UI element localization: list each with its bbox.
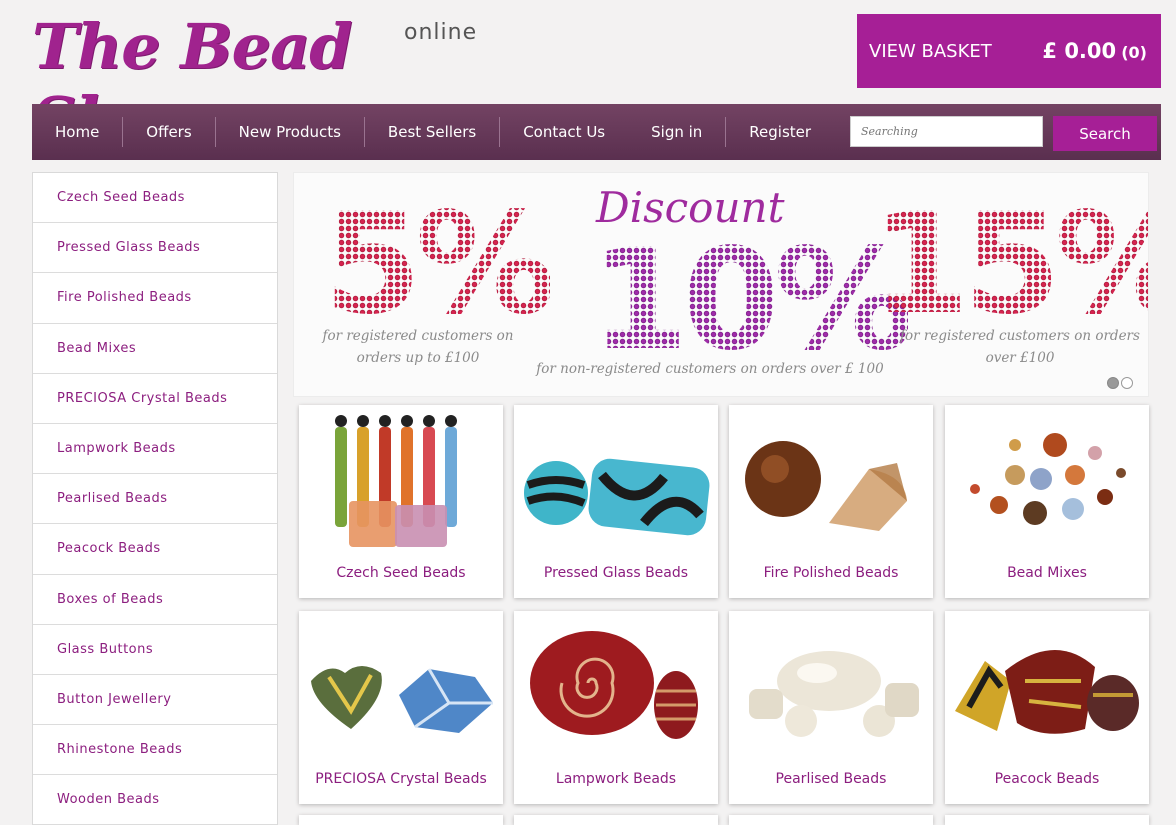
product-card-pearlised-beads[interactable]: Pearlised Beads xyxy=(729,611,933,804)
banner-left-caption: for registered customers on orders up to… xyxy=(318,325,518,369)
product-card-partial[interactable] xyxy=(945,815,1149,825)
sidebar-item-bead-mixes[interactable]: Bead Mixes xyxy=(33,324,277,374)
main-nav: Home Offers New Products Best Sellers Co… xyxy=(32,104,1161,160)
nav-sign-in[interactable]: Sign in xyxy=(628,117,725,147)
banner-left-value: 5% xyxy=(324,183,556,346)
basket-summary: £ 0.00 (0) xyxy=(1042,39,1147,63)
nav-contact-us[interactable]: Contact Us xyxy=(500,117,628,147)
seed-beads-tubes-image xyxy=(335,415,457,547)
sidebar-item-glass-buttons[interactable]: Glass Buttons xyxy=(33,625,277,675)
product-card-partial[interactable] xyxy=(514,815,718,825)
search-button[interactable]: Search xyxy=(1053,116,1157,151)
product-card-bead-mixes[interactable]: Bead Mixes xyxy=(945,405,1149,598)
basket-total: £ 0.00 xyxy=(1042,39,1117,63)
nav-new-products[interactable]: New Products xyxy=(216,117,364,147)
basket-count: (0) xyxy=(1121,43,1147,62)
product-label: Peacock Beads xyxy=(994,771,1100,787)
view-basket-button[interactable]: VIEW BASKET £ 0.00 (0) xyxy=(857,14,1161,88)
sidebar-item-preciosa-crystal-beads[interactable]: PRECIOSA Crystal Beads xyxy=(33,374,277,424)
category-sidebar: Czech Seed Beads Pressed Glass Beads Fir… xyxy=(32,172,278,825)
sidebar-item-fire-polished-beads[interactable]: Fire Polished Beads xyxy=(33,273,277,324)
sidebar-item-peacock-beads[interactable]: Peacock Beads xyxy=(33,524,277,575)
discount-banner[interactable]: 5% Discount 10% 15% for registered custo… xyxy=(293,172,1149,397)
nav-offers[interactable]: Offers xyxy=(123,117,214,147)
basket-label: VIEW BASKET xyxy=(869,40,992,62)
fire-polished-beads-image xyxy=(745,441,907,531)
slider-dot-1[interactable] xyxy=(1107,377,1119,389)
banner-right-caption-line1: for registered customers on orders xyxy=(900,328,1140,344)
peacock-beads-image xyxy=(955,649,1139,734)
banner-right-caption-line2: over £100 xyxy=(985,350,1055,366)
sidebar-item-boxes-of-beads[interactable]: Boxes of Beads xyxy=(33,575,277,625)
pressed-glass-beads-image xyxy=(524,458,710,536)
product-label: Bead Mixes xyxy=(1007,565,1087,581)
sidebar-item-czech-seed-beads[interactable]: Czech Seed Beads xyxy=(33,173,277,224)
lampwork-beads-image xyxy=(530,631,698,739)
product-label: PRECIOSA Crystal Beads xyxy=(315,771,487,787)
banner-right-value: 15% xyxy=(872,183,1148,346)
product-card-pressed-glass-beads[interactable]: Pressed Glass Beads xyxy=(514,405,718,598)
banner-left-caption-line1: for registered customers on xyxy=(322,328,514,344)
product-label: Fire Polished Beads xyxy=(763,565,899,581)
banner-right-caption: for registered customers on orders over … xyxy=(894,325,1146,369)
product-label: Pressed Glass Beads xyxy=(543,565,689,581)
sidebar-item-wooden-beads[interactable]: Wooden Beads xyxy=(33,775,277,825)
bead-mix-image xyxy=(970,433,1126,525)
nav-register[interactable]: Register xyxy=(726,117,834,147)
product-label: Czech Seed Beads xyxy=(336,565,466,581)
product-card-czech-seed-beads[interactable]: Czech Seed Beads xyxy=(299,405,503,598)
nav-home[interactable]: Home xyxy=(32,117,122,147)
banner-left-caption-line2: orders up to £100 xyxy=(356,350,480,366)
banner-center-caption: for non-registered customers on orders o… xyxy=(536,361,884,377)
pearl-beads-image xyxy=(749,651,919,737)
product-card-partial[interactable] xyxy=(729,815,933,825)
crystal-beads-image xyxy=(311,666,493,733)
page: The Bead Shop online VIEW BASKET £ 0.00 … xyxy=(0,0,1176,825)
site-logo[interactable]: The Bead Shop online xyxy=(32,8,502,156)
product-card-preciosa-crystal-beads[interactable]: PRECIOSA Crystal Beads xyxy=(299,611,503,804)
sidebar-item-rhinestone-beads[interactable]: Rhinestone Beads xyxy=(33,725,277,776)
slider-dots xyxy=(1107,377,1133,389)
sidebar-item-button-jewellery[interactable]: Button Jewellery xyxy=(33,675,277,726)
search-input[interactable] xyxy=(850,116,1043,147)
sidebar-item-pressed-glass-beads[interactable]: Pressed Glass Beads xyxy=(33,223,277,274)
product-label: Pearlised Beads xyxy=(775,771,887,787)
product-card-lampwork-beads[interactable]: Lampwork Beads xyxy=(514,611,718,804)
product-card-peacock-beads[interactable]: Peacock Beads xyxy=(945,611,1149,804)
product-label: Lampwork Beads xyxy=(555,771,677,787)
product-card-fire-polished-beads[interactable]: Fire Polished Beads xyxy=(729,405,933,598)
nav-best-sellers[interactable]: Best Sellers xyxy=(365,117,499,147)
slider-dot-2[interactable] xyxy=(1121,377,1133,389)
sidebar-item-pearlised-beads[interactable]: Pearlised Beads xyxy=(33,474,277,525)
logo-subtitle: online xyxy=(404,20,478,45)
product-card-partial[interactable] xyxy=(299,815,503,825)
sidebar-item-lampwork-beads[interactable]: Lampwork Beads xyxy=(33,424,277,475)
